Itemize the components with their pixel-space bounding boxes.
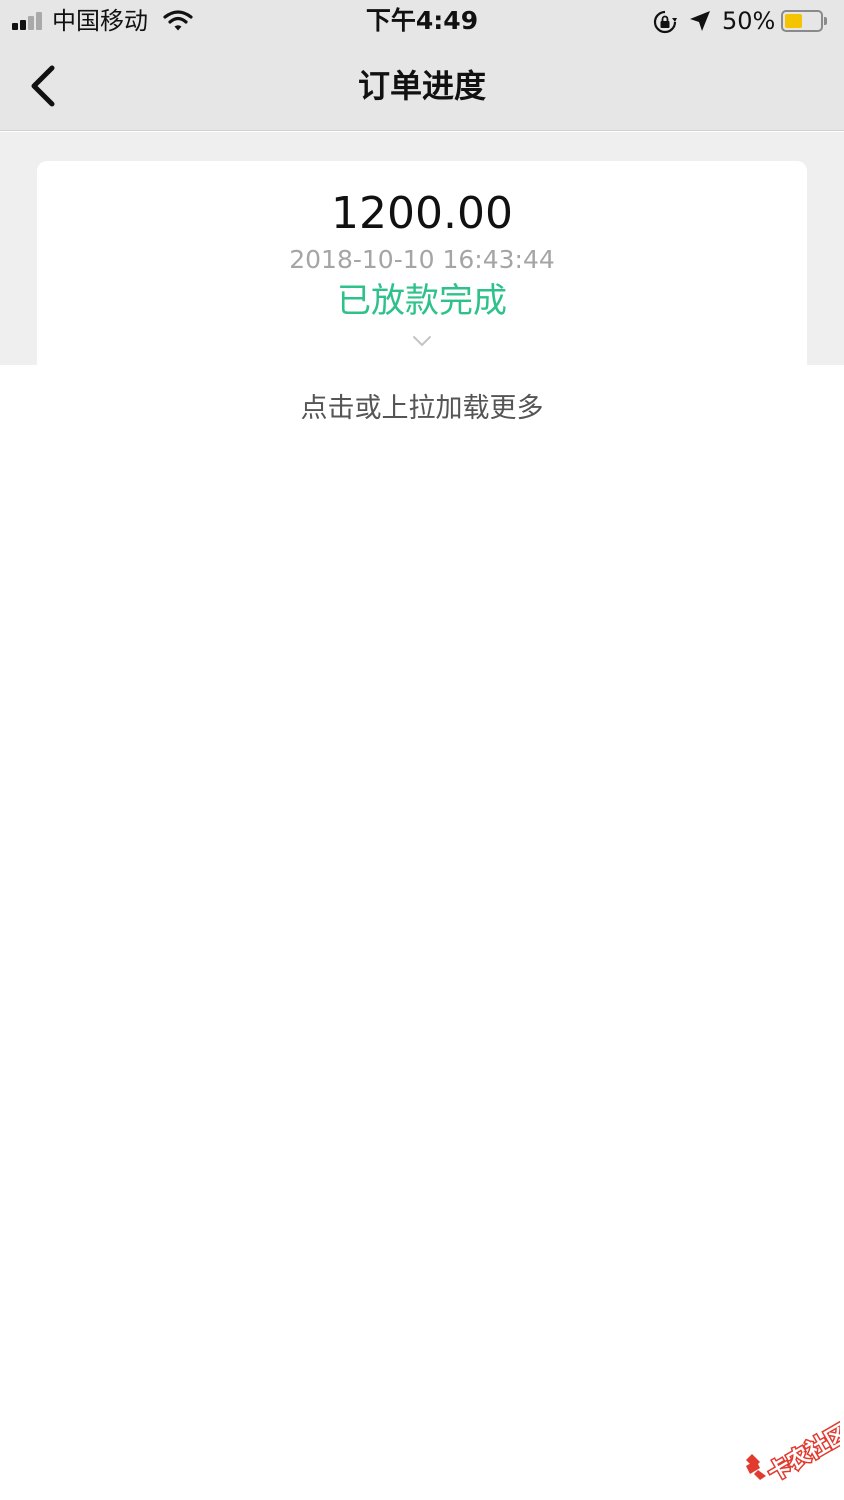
order-amount: 1200.00: [331, 188, 513, 239]
orientation-lock-icon: [652, 9, 678, 35]
chevron-down-icon[interactable]: [412, 333, 432, 347]
navigation-bar: 订单进度: [0, 44, 844, 131]
location-icon: [688, 9, 712, 33]
status-bar: 中国移动 下午4:49 50%: [0, 0, 844, 44]
top-bar: 中国移动 下午4:49 50% 订单进度: [0, 0, 844, 131]
load-more-button[interactable]: 点击或上拉加载更多: [0, 391, 844, 427]
watermark-logo: 卡农社区: [740, 1408, 844, 1488]
page-title: 订单进度: [357, 67, 486, 105]
battery-icon: [781, 10, 827, 32]
status-time: 下午4:49: [365, 6, 479, 35]
order-progress-card[interactable]: 1200.00 2018-10-10 16:43:44 已放款完成: [37, 161, 807, 365]
order-status: 已放款完成: [337, 281, 507, 321]
svg-text:卡农社区: 卡农社区: [763, 1420, 840, 1482]
order-datetime: 2018-10-10 16:43:44: [289, 245, 555, 274]
battery-percent: 50%: [722, 7, 776, 35]
